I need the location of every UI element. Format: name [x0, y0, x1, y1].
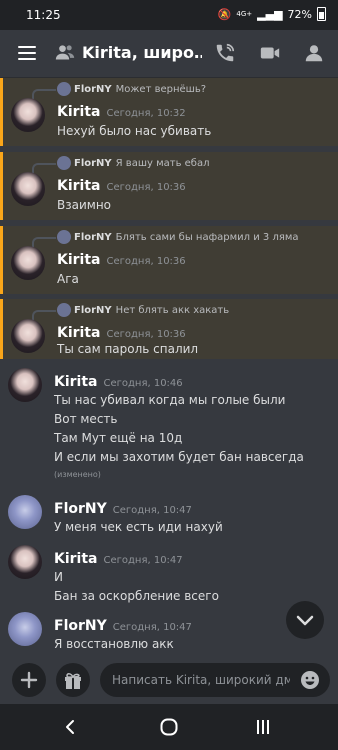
- message-text: И: [54, 570, 63, 584]
- timestamp: Сегодня, 10:47: [103, 555, 183, 566]
- reply-preview[interactable]: FlorNY Может вернёшь?: [32, 82, 207, 101]
- battery-icon: [317, 7, 326, 21]
- mute-icon: 🔕: [217, 7, 232, 21]
- author-name[interactable]: Kirita: [54, 551, 98, 567]
- reply-preview[interactable]: FlorNY Блять сами бы нафармил и 3 ляма: [32, 230, 299, 249]
- message-item[interactable]: FlorNY Нет блять акк хакать Kirita Сегодня…: [0, 299, 338, 359]
- message-text: Ага: [57, 272, 79, 286]
- avatar[interactable]: [11, 98, 45, 132]
- video-call-icon[interactable]: [259, 42, 281, 64]
- message-item[interactable]: Kirita Сегодня, 10:46 Ты нас убивал когда…: [0, 366, 338, 486]
- avatar[interactable]: [11, 172, 45, 206]
- plus-icon: [20, 671, 38, 689]
- jump-to-bottom-button[interactable]: [286, 601, 324, 639]
- reply-avatar: [57, 303, 71, 317]
- message-item[interactable]: FlorNY Сегодня, 10:47 У меня чек есть иди…: [0, 493, 338, 543]
- message-input[interactable]: Написать Kirita, широкий дм...: [100, 663, 330, 697]
- gift-button[interactable]: [56, 663, 90, 697]
- reply-author: FlorNY: [74, 84, 112, 95]
- menu-icon[interactable]: [18, 46, 36, 60]
- battery-percent: 72%: [287, 7, 312, 21]
- timestamp: Сегодня, 10:47: [112, 505, 192, 516]
- author-name[interactable]: Kirita: [57, 252, 101, 268]
- composer: Написать Kirita, широкий дм...: [0, 658, 338, 704]
- reply-author: FlorNY: [74, 232, 112, 243]
- message-text: Нехуй было нас убивать: [57, 124, 212, 138]
- message-item[interactable]: FlorNY Я вашу мать ебал Kirita Сегодня, 10…: [0, 152, 338, 220]
- reply-text: Блять сами бы нафармил и 3 ляма: [115, 232, 299, 243]
- reply-text: Нет блять акк хакать: [115, 305, 230, 316]
- back-icon[interactable]: [62, 718, 80, 736]
- reply-avatar: [57, 82, 71, 96]
- timestamp: Сегодня, 10:47: [112, 622, 192, 633]
- reply-preview[interactable]: FlorNY Я вашу мать ебал: [32, 156, 210, 175]
- message-list: FlorNY Может вернёшь? Kirita Сегодня, 10:3…: [0, 78, 338, 658]
- message-text: Там Мут ещё на 10д: [54, 431, 183, 445]
- timestamp: Сегодня, 10:32: [106, 108, 186, 119]
- avatar[interactable]: [11, 246, 45, 280]
- message-text: И если мы захотим будет бан навсегда: [54, 450, 304, 464]
- reply-avatar: [57, 230, 71, 244]
- home-icon[interactable]: [159, 717, 179, 737]
- status-bar: 11:25 🔕 4G+ ▂▄▆ 72%: [0, 0, 338, 30]
- reply-text: Я вашу мать ебал: [115, 158, 210, 169]
- avatar[interactable]: [8, 545, 42, 579]
- reply-author: FlorNY: [74, 305, 112, 316]
- reply-author: FlorNY: [74, 158, 112, 169]
- avatar[interactable]: [8, 612, 42, 646]
- status-time: 11:25: [26, 8, 61, 22]
- author-name[interactable]: Kirita: [57, 104, 101, 120]
- chat-title: Kirita, широ…: [82, 43, 202, 62]
- message-item[interactable]: FlorNY Блять сами бы нафармил и 3 ляма Ki…: [0, 226, 338, 294]
- chat-header: Kirita, широ…: [0, 30, 338, 78]
- avatar[interactable]: [8, 495, 42, 529]
- author-name[interactable]: Kirita: [54, 374, 98, 390]
- chevron-down-icon: [296, 615, 314, 626]
- network-indicator: 4G+: [236, 10, 253, 18]
- recents-icon[interactable]: [254, 718, 272, 736]
- signal-icon: ▂▄▆: [257, 7, 283, 21]
- message-input-placeholder: Написать Kirita, широкий дм...: [112, 673, 290, 687]
- timestamp: Сегодня, 10:36: [106, 329, 186, 340]
- members-icon[interactable]: [303, 42, 325, 64]
- message-text: Я восстановлю акк: [54, 637, 174, 651]
- emoji-icon[interactable]: [300, 670, 320, 690]
- message-text: Ты нас убивал когда мы голые были: [54, 393, 286, 407]
- attach-button[interactable]: [12, 663, 46, 697]
- message-item[interactable]: FlorNY Может вернёшь? Kirita Сегодня, 10:3…: [0, 78, 338, 146]
- reply-avatar: [57, 156, 71, 170]
- author-name[interactable]: FlorNY: [54, 618, 107, 634]
- timestamp: Сегодня, 10:36: [106, 182, 186, 193]
- message-text: Взаимно: [57, 198, 112, 212]
- gift-icon: [65, 673, 81, 689]
- timestamp: Сегодня, 10:46: [103, 378, 183, 389]
- reply-preview[interactable]: FlorNY Нет блять акк хакать: [32, 303, 230, 322]
- status-icons: 🔕 4G+ ▂▄▆ 72%: [218, 7, 326, 21]
- avatar[interactable]: [8, 368, 42, 402]
- avatar[interactable]: [11, 319, 45, 353]
- author-name[interactable]: Kirita: [57, 178, 101, 194]
- message-text: Бан за оскорбление всего: [54, 589, 219, 603]
- author-name[interactable]: FlorNY: [54, 501, 107, 517]
- group-dm-icon: [55, 45, 75, 60]
- message-text: Вот месть: [54, 412, 118, 426]
- timestamp: Сегодня, 10:36: [106, 256, 186, 267]
- voice-call-icon[interactable]: [214, 42, 236, 64]
- author-name[interactable]: Kirita: [57, 325, 101, 341]
- edited-label: (изменено): [54, 470, 101, 479]
- message-text: У меня чек есть иди нахуй: [54, 520, 223, 534]
- reply-text: Может вернёшь?: [115, 84, 207, 95]
- system-nav-bar: [0, 704, 338, 750]
- message-text: Ты сам пароль спалил: [57, 342, 199, 356]
